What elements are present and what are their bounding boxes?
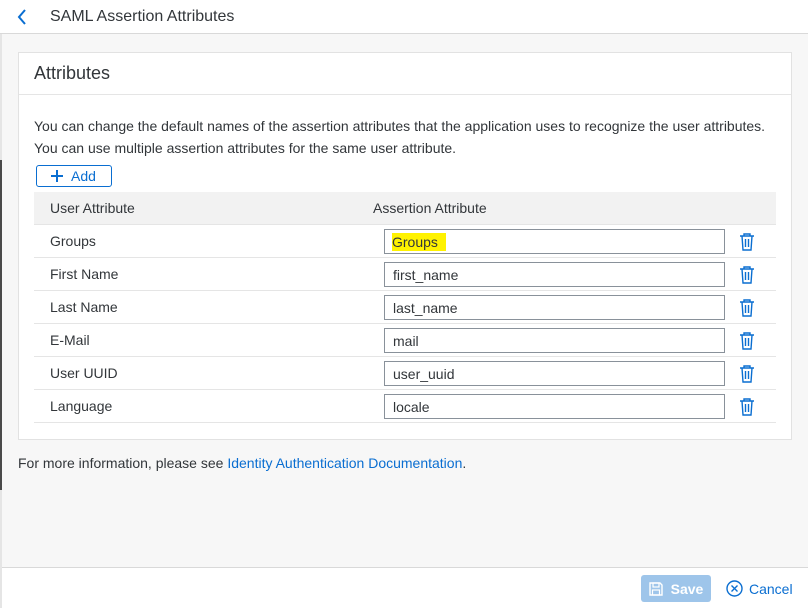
user-attribute-cell: Last Name <box>50 299 118 315</box>
more-info-suffix: . <box>462 455 467 471</box>
panel-title: Attributes <box>34 63 111 83</box>
trash-icon[interactable] <box>739 397 755 416</box>
description: You can change the default names of the … <box>34 115 774 159</box>
trash-icon[interactable] <box>739 298 755 317</box>
column-header-assertion-attribute: Assertion Attribute <box>373 200 487 216</box>
table-header: User Attribute Assertion Attribute <box>34 192 776 225</box>
user-attribute-cell: Language <box>50 398 113 414</box>
assertion-attribute-input[interactable]: Groups <box>384 229 725 254</box>
add-button[interactable]: Add <box>36 165 112 187</box>
assertion-attribute-input[interactable]: user_uuid <box>384 361 725 386</box>
description-line-1: You can change the default names of the … <box>34 118 766 134</box>
cancel-button[interactable]: Cancel <box>726 575 798 602</box>
table-row: Language locale <box>34 390 776 423</box>
page-title: SAML Assertion Attributes <box>50 7 235 25</box>
attributes-table: User Attribute Assertion Attribute Group… <box>34 192 776 423</box>
trash-icon[interactable] <box>739 364 755 383</box>
attributes-panel: Attributes You can change the default na… <box>18 52 792 440</box>
add-button-label: Add <box>71 168 96 184</box>
save-icon <box>648 581 663 596</box>
cancel-button-label: Cancel <box>749 580 793 597</box>
more-info-prefix: For more information, please see <box>18 455 228 471</box>
user-attribute-cell: First Name <box>50 266 119 282</box>
table-row: User UUID user_uuid <box>34 357 776 390</box>
chevron-left-icon <box>17 8 26 25</box>
more-info-text: For more information, please see Identit… <box>18 455 466 471</box>
description-line-2: You can use multiple assertion attribute… <box>34 140 457 156</box>
left-edge-mark <box>0 160 2 490</box>
panel-header: Attributes <box>19 53 791 95</box>
table-row: E-Mail mail <box>34 324 776 357</box>
trash-icon[interactable] <box>739 265 755 284</box>
assertion-attribute-input[interactable]: last_name <box>384 295 725 320</box>
column-header-user-attribute: User Attribute <box>50 200 135 216</box>
user-attribute-cell: User UUID <box>50 365 118 381</box>
assertion-attribute-input[interactable]: locale <box>384 394 725 419</box>
highlighted-value: Groups <box>392 232 446 251</box>
user-attribute-cell: E-Mail <box>50 332 90 348</box>
page-header: SAML Assertion Attributes <box>0 0 808 34</box>
trash-icon[interactable] <box>739 232 755 251</box>
left-edge <box>0 0 2 608</box>
save-button[interactable]: Save <box>641 575 711 602</box>
assertion-attribute-input[interactable]: mail <box>384 328 725 353</box>
assertion-attribute-input[interactable]: first_name <box>384 262 725 287</box>
footer-bar: Save Cancel <box>2 567 808 608</box>
table-row: First Name first_name <box>34 258 776 291</box>
plus-icon <box>51 170 63 182</box>
documentation-link[interactable]: Identity Authentication Documentation <box>227 455 462 471</box>
back-button[interactable] <box>0 0 44 34</box>
table-row: Last Name last_name <box>34 291 776 324</box>
table-row: Groups Groups <box>34 225 776 258</box>
trash-icon[interactable] <box>739 331 755 350</box>
user-attribute-cell: Groups <box>50 233 96 249</box>
save-button-label: Save <box>670 580 704 597</box>
cancel-icon <box>726 580 743 597</box>
